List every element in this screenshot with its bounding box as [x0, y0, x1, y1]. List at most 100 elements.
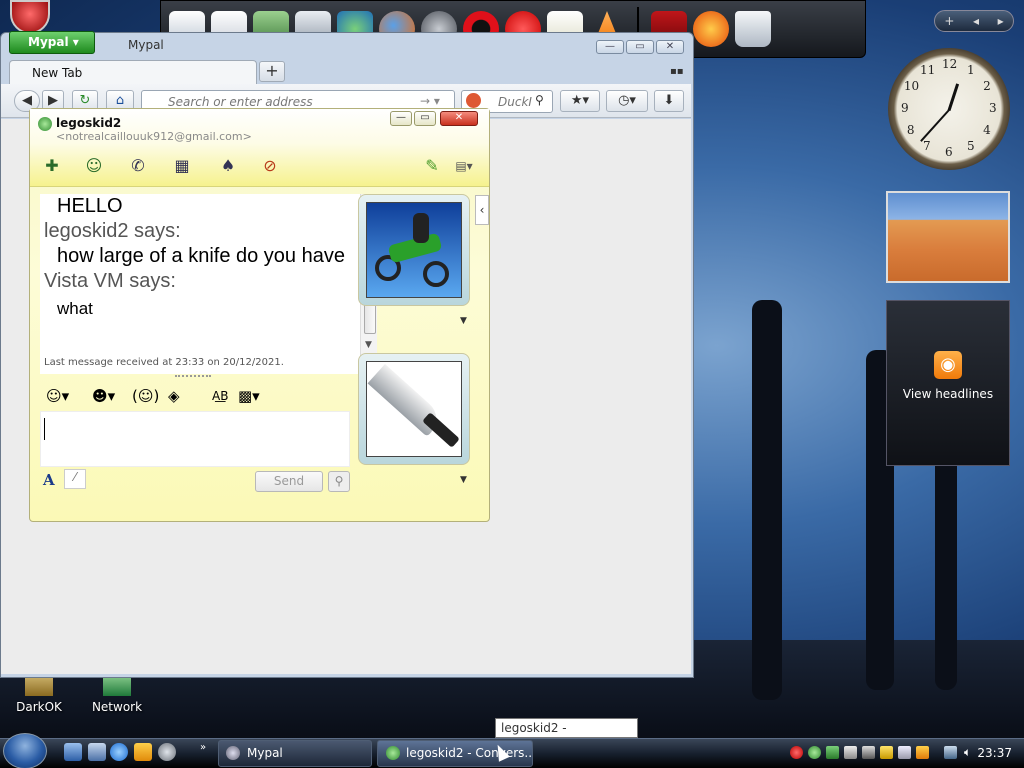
splitter-handle[interactable]: [175, 375, 211, 377]
block-contact-icon[interactable]: ⊘: [258, 155, 282, 177]
go-arrow-icon[interactable]: → ▾: [420, 94, 440, 108]
stop-tray-icon[interactable]: [790, 746, 803, 759]
sender-label: legoskid2 says:: [44, 220, 181, 242]
raccoon-quicklaunch-icon[interactable]: [158, 743, 176, 761]
sender-label: Vista VM says:: [44, 270, 176, 292]
internet-explorer-icon[interactable]: [110, 743, 128, 761]
feed-headlines-gadget[interactable]: ◉ View headlines: [886, 300, 1010, 466]
maximize-button[interactable]: ▭: [626, 40, 654, 54]
conversation-history: HELLO legoskid2 says: how large of a kni…: [40, 194, 360, 374]
taskbar-tooltip: legoskid2 - Conversation: [495, 718, 638, 753]
network-tray-icon[interactable]: [826, 746, 839, 759]
app-orb-button[interactable]: [10, 0, 50, 34]
clock-numeral: 6: [945, 145, 953, 159]
own-display-picture[interactable]: [358, 353, 470, 465]
contact-name: legoskid2: [56, 116, 122, 130]
clock-numeral: 11: [920, 62, 936, 77]
menu-options-icon[interactable]: ▤▾: [448, 155, 480, 177]
contact-email: <notrealcaillouuk912@gmail.com>: [56, 130, 252, 143]
close-button[interactable]: ✕: [656, 40, 684, 54]
share-files-icon[interactable]: ☺: [82, 155, 106, 177]
warning-tray-icon[interactable]: [916, 746, 929, 759]
keyboard-tray-icon[interactable]: [898, 746, 911, 759]
desktop-icon-label: Network: [91, 700, 143, 714]
system-tray: 🔈︎ 23:37: [782, 740, 1024, 768]
scroll-down-icon[interactable]: ▼: [365, 340, 372, 350]
video-call-icon[interactable]: ▦: [170, 155, 194, 177]
show-desktop-icon[interactable]: [64, 743, 82, 761]
add-gadget-icon[interactable]: +: [944, 14, 954, 28]
monitor-tray-icon[interactable]: [862, 746, 875, 759]
tree-trunk: [935, 430, 957, 690]
network-connection-icon[interactable]: [944, 746, 957, 759]
presentation-icon[interactable]: [693, 11, 729, 47]
new-tab-button[interactable]: +: [259, 61, 285, 82]
check-tray-icon[interactable]: [844, 746, 857, 759]
previous-icon[interactable]: ◂: [973, 14, 979, 28]
start-button[interactable]: [3, 733, 47, 768]
clock-numeral: 2: [983, 79, 991, 93]
messenger-tray-icon[interactable]: [808, 746, 821, 759]
desktop-icon-darkok[interactable]: DarkOK: [4, 672, 74, 714]
clock-numeral: 1: [967, 62, 975, 77]
collapse-pictures-button[interactable]: ‹: [475, 195, 489, 225]
sidebar-controls[interactable]: + ◂ ▸: [934, 10, 1014, 32]
clock-numeral: 3: [989, 101, 997, 115]
send-button[interactable]: Send: [255, 471, 323, 492]
wink-icon[interactable]: ☻▾: [92, 385, 115, 407]
compose-toolbar: ☺▾ ☻▾ (☺) ◈ A͟B ▩▾: [40, 385, 350, 409]
downloads-button[interactable]: ⬇: [654, 90, 684, 112]
slideshow-gadget[interactable]: [886, 191, 1010, 283]
spellcheck-icon[interactable]: A͟B: [212, 385, 228, 407]
voice-clip-icon[interactable]: ◈: [168, 385, 180, 407]
window-title: Mypal: [128, 38, 164, 52]
taskbar-button-mypal[interactable]: Mypal: [218, 740, 372, 767]
history-button[interactable]: ◷▾: [606, 90, 648, 112]
search-icon[interactable]: ⚲: [535, 93, 544, 107]
desktop-icon-network[interactable]: Network: [82, 672, 152, 714]
emoticon-icon[interactable]: ☺▾: [46, 385, 69, 407]
quicklaunch-more-icon[interactable]: »: [200, 742, 206, 753]
tree-trunk: [752, 300, 782, 700]
clock-numeral: 8: [906, 123, 915, 137]
handwriting-icon[interactable]: ⁄: [64, 469, 86, 489]
minimize-button[interactable]: —: [596, 40, 624, 54]
conversation-maximize-button[interactable]: ▭: [414, 111, 436, 126]
conversation-close-button[interactable]: ✕: [440, 111, 478, 126]
call-icon[interactable]: ✆: [126, 155, 150, 177]
conversation-minimize-button[interactable]: —: [390, 111, 412, 126]
mypal-menu-button[interactable]: Mypal ▾: [9, 31, 95, 54]
contact-display-picture[interactable]: [358, 194, 470, 306]
duckduckgo-icon[interactable]: [466, 93, 481, 108]
taskbar-button-conversation[interactable]: legoskid2 - Convers...: [377, 740, 533, 767]
message-text: what: [57, 299, 93, 318]
taskbar-button-label: Mypal: [247, 746, 283, 760]
font-icon[interactable]: A: [43, 471, 55, 489]
clock-numeral: 9: [901, 101, 909, 115]
media-player-icon[interactable]: [134, 743, 152, 761]
search-button[interactable]: ⚲: [328, 471, 350, 492]
tab-new-tab[interactable]: New Tab: [9, 60, 257, 84]
send-picture-icon[interactable]: ▩▾: [238, 385, 260, 407]
clock-gadget: 12 1 2 3 4 5 6 7 8 9 10 11: [888, 48, 1010, 170]
own-picture-menu-icon[interactable]: ▼: [460, 475, 467, 485]
motocross-image: [366, 202, 462, 298]
nudge-icon[interactable]: (☺): [132, 385, 159, 407]
next-icon[interactable]: ▸: [998, 14, 1004, 28]
invite-contact-icon[interactable]: ✚: [40, 155, 64, 177]
theme-brush-icon[interactable]: ✎: [420, 155, 444, 177]
recycle-bin-icon[interactable]: [735, 11, 771, 47]
taskbar-clock[interactable]: 23:37: [977, 746, 1012, 760]
tab-list-icon[interactable]: ▪▪: [670, 66, 684, 77]
activities-icon[interactable]: ♠: [216, 155, 240, 177]
switch-windows-icon[interactable]: [88, 743, 106, 761]
message-input[interactable]: [40, 411, 350, 467]
volume-icon[interactable]: 🔈︎: [964, 746, 977, 759]
battery-tray-icon[interactable]: [880, 746, 893, 759]
bookmarks-button[interactable]: ★▾: [560, 90, 600, 112]
tab-label: New Tab: [32, 66, 83, 80]
rss-icon: ◉: [934, 351, 962, 379]
conversation-window: legoskid2 <notrealcaillouuk912@gmail.com…: [29, 108, 490, 522]
display-picture-menu-icon[interactable]: ▼: [460, 316, 467, 326]
text-caret: [44, 418, 45, 440]
